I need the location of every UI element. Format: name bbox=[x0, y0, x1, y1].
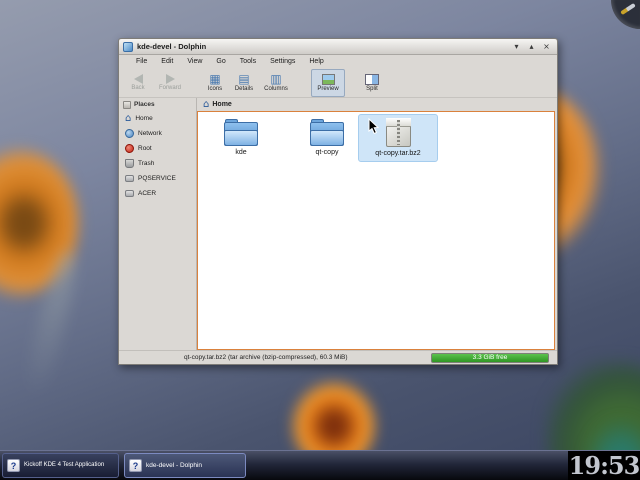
window-titlebar[interactable]: kde-devel - Dolphin ▾ ▴ × bbox=[119, 39, 557, 55]
taskbar: ? Kickoff KDE 4 Test Application ? kde-d… bbox=[0, 450, 640, 480]
root-icon bbox=[125, 144, 134, 153]
file-item-kde[interactable]: kde bbox=[204, 116, 278, 160]
archive-icon bbox=[386, 118, 411, 147]
preview-icon bbox=[322, 74, 335, 85]
preview-label: Preview bbox=[317, 86, 338, 92]
drive-icon bbox=[125, 190, 134, 197]
back-button[interactable]: Back bbox=[123, 69, 153, 97]
split-label: Split bbox=[366, 86, 378, 92]
statusbar: qt-copy.tar.bz2 (tar archive (bzip-compr… bbox=[119, 350, 557, 364]
wrench-icon bbox=[620, 3, 636, 15]
status-info: qt-copy.tar.bz2 (tar archive (bzip-compr… bbox=[184, 354, 348, 361]
toolbar: Back Forward ▦ Icons ▤ Details ▥ Columns… bbox=[119, 68, 557, 98]
file-name: kde bbox=[235, 149, 246, 157]
drive-icon bbox=[125, 175, 134, 182]
place-label: Home bbox=[135, 115, 152, 122]
menu-view[interactable]: View bbox=[180, 58, 209, 65]
question-mark-icon: ? bbox=[7, 459, 20, 472]
task-kickoff[interactable]: ? Kickoff KDE 4 Test Application bbox=[2, 453, 119, 478]
columns-label: Columns bbox=[264, 86, 288, 92]
places-panel-icon bbox=[123, 101, 131, 109]
forward-label: Forward bbox=[159, 85, 181, 91]
taskbar-clock: 19:53 bbox=[568, 451, 640, 480]
breadcrumb-home-icon: ⌂ bbox=[203, 100, 209, 110]
menu-help[interactable]: Help bbox=[302, 58, 330, 65]
file-item-qt-copy[interactable]: qt-copy bbox=[290, 116, 364, 160]
place-label: ACER bbox=[138, 190, 156, 197]
file-name: qt-copy bbox=[316, 149, 339, 157]
places-item-root[interactable]: Root bbox=[119, 141, 196, 156]
dolphin-window: kde-devel - Dolphin ▾ ▴ × File Edit View… bbox=[118, 38, 558, 365]
places-item-network[interactable]: Network bbox=[119, 126, 196, 141]
trash-icon bbox=[125, 159, 134, 168]
preview-button[interactable]: Preview bbox=[311, 69, 345, 97]
columns-view-icon: ▥ bbox=[270, 73, 281, 85]
maximize-icon[interactable]: ▴ bbox=[525, 41, 538, 53]
back-label: Back bbox=[131, 85, 144, 91]
menu-go[interactable]: Go bbox=[209, 58, 232, 65]
menubar: File Edit View Go Tools Settings Help bbox=[119, 55, 557, 68]
places-panel: Places ⌂ Home Network Root Trash bbox=[119, 98, 197, 350]
url-navigator: ⌂ Home bbox=[197, 98, 557, 111]
icons-label: Icons bbox=[208, 86, 222, 92]
menu-tools[interactable]: Tools bbox=[233, 58, 263, 65]
places-item-trash[interactable]: Trash bbox=[119, 156, 196, 171]
split-button[interactable]: Split bbox=[359, 69, 385, 97]
file-name: qt-copy.tar.bz2 bbox=[375, 150, 420, 158]
desktop: kde-devel - Dolphin ▾ ▴ × File Edit View… bbox=[0, 0, 640, 480]
window-title: kde-devel - Dolphin bbox=[137, 42, 206, 51]
place-label: PQSERVICE bbox=[138, 175, 176, 182]
icons-view-button[interactable]: ▦ Icons bbox=[201, 69, 229, 97]
place-label: Network bbox=[138, 130, 162, 137]
back-arrow-icon bbox=[134, 74, 143, 84]
free-space-bar: 3.3 GiB free bbox=[431, 353, 549, 363]
columns-view-button[interactable]: ▥ Columns bbox=[259, 69, 293, 97]
forward-arrow-icon bbox=[166, 74, 175, 84]
question-mark-icon: ? bbox=[129, 459, 142, 472]
places-panel-header: Places bbox=[119, 98, 196, 111]
places-title: Places bbox=[134, 101, 155, 108]
icons-view-icon: ▦ bbox=[209, 73, 220, 85]
folder-icon bbox=[310, 119, 344, 146]
place-label: Root bbox=[138, 145, 152, 152]
network-icon bbox=[125, 129, 134, 138]
details-view-icon: ▤ bbox=[238, 73, 249, 85]
task-dolphin[interactable]: ? kde-devel - Dolphin bbox=[124, 453, 246, 478]
close-icon[interactable]: × bbox=[540, 41, 553, 53]
home-icon: ⌂ bbox=[125, 114, 131, 123]
folder-icon bbox=[224, 119, 258, 146]
menu-file[interactable]: File bbox=[129, 58, 154, 65]
background-flower-left bbox=[0, 148, 78, 298]
places-item-home[interactable]: ⌂ Home bbox=[119, 111, 196, 126]
details-view-button[interactable]: ▤ Details bbox=[229, 69, 259, 97]
dolphin-app-icon bbox=[123, 42, 133, 52]
plasma-toolbox-cashew[interactable] bbox=[611, 0, 640, 29]
mouse-cursor bbox=[368, 118, 380, 135]
background-stem-left bbox=[20, 249, 82, 401]
free-space-label: 3.3 GiB free bbox=[473, 354, 508, 362]
details-label: Details bbox=[235, 86, 253, 92]
task-label: Kickoff KDE 4 Test Application bbox=[24, 462, 104, 469]
task-label: kde-devel - Dolphin bbox=[146, 462, 202, 469]
menu-settings[interactable]: Settings bbox=[263, 58, 302, 65]
breadcrumb-home[interactable]: Home bbox=[212, 101, 231, 108]
places-item-acer[interactable]: ACER bbox=[119, 186, 196, 201]
menu-edit[interactable]: Edit bbox=[154, 58, 180, 65]
minimize-icon[interactable]: ▾ bbox=[510, 41, 523, 53]
place-label: Trash bbox=[138, 160, 154, 167]
forward-button[interactable]: Forward bbox=[153, 69, 187, 97]
places-item-pqservice[interactable]: PQSERVICE bbox=[119, 171, 196, 186]
split-icon bbox=[365, 74, 379, 85]
file-view[interactable]: kde qt-copy qt-copy.tar.bz2 bbox=[197, 111, 555, 350]
